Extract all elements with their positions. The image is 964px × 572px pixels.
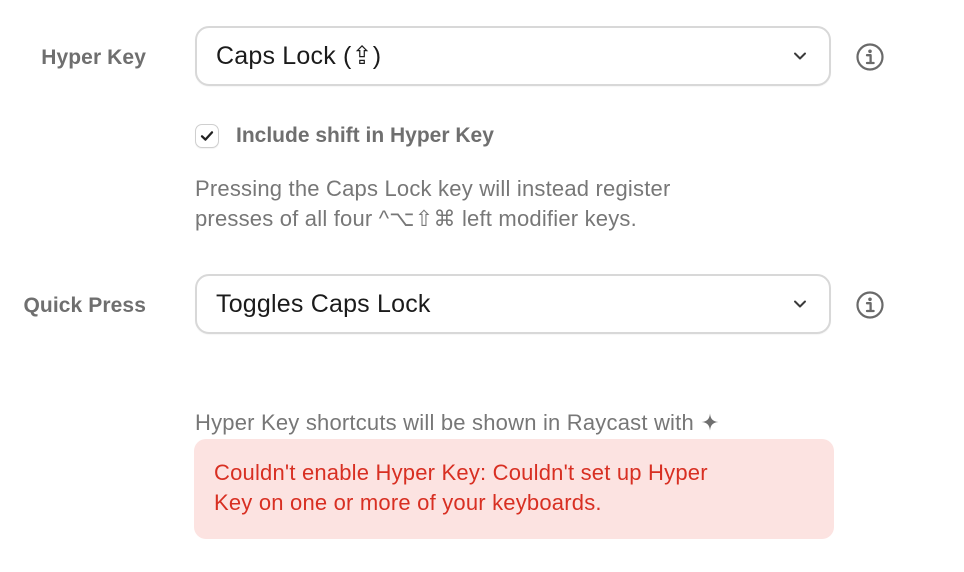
hyper-key-description: Pressing the Caps Lock key will instead … [195, 176, 671, 231]
error-message: Couldn't enable Hyper Key: Couldn't set … [214, 460, 708, 515]
quick-press-description-text: Hyper Key shortcuts will be shown in Ray… [195, 410, 694, 435]
include-shift-checkbox[interactable] [195, 124, 219, 148]
sparkle-icon [701, 413, 719, 431]
include-shift-label: Include shift in Hyper Key [236, 124, 494, 147]
error-banner: Couldn't enable Hyper Key: Couldn't set … [194, 439, 834, 539]
quick-press-select[interactable]: Toggles Caps Lock [195, 274, 831, 334]
hyper-key-select-value: Caps Lock (⇪) [216, 42, 382, 70]
quick-press-description: Hyper Key shortcuts will be shown in Ray… [195, 378, 720, 438]
hyper-key-select[interactable]: Caps Lock (⇪) [195, 26, 831, 86]
chevron-down-icon [794, 52, 806, 60]
info-circle-icon[interactable] [855, 42, 885, 72]
hyper-key-settings: Hyper Key Caps Lock (⇪) Include shift in… [0, 0, 964, 572]
chevron-down-icon [794, 300, 806, 308]
include-shift-checkbox-row[interactable]: Include shift in Hyper Key [195, 121, 494, 151]
checkmark-icon [200, 131, 214, 141]
hyper-key-label: Hyper Key [41, 46, 146, 69]
quick-press-label: Quick Press [23, 294, 146, 317]
quick-press-select-value: Toggles Caps Lock [216, 289, 431, 318]
info-circle-icon[interactable] [855, 290, 885, 320]
